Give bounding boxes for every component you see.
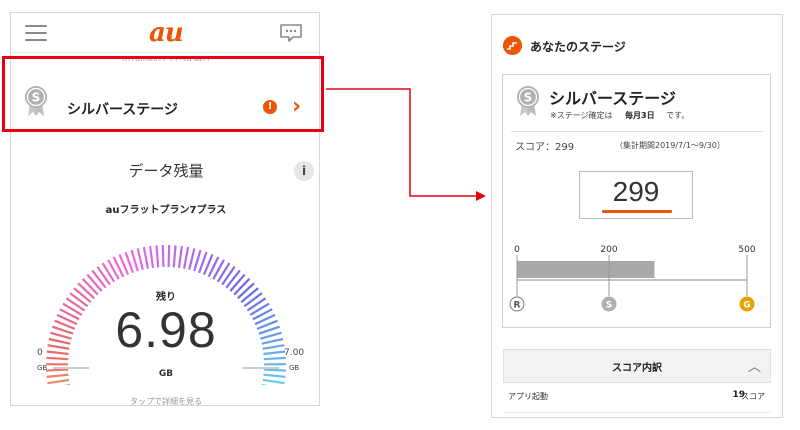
- score-value: 299: [612, 176, 660, 207]
- score-line: スコア：299: [515, 142, 575, 153]
- stage-marker-letter: S: [606, 301, 612, 311]
- score-tick-label: 500: [738, 245, 755, 255]
- score-progress-bar: 0 200 500 R S G: [509, 245, 756, 312]
- chevron-up-icon: ︿: [747, 360, 761, 375]
- score-tick-label: 200: [600, 245, 617, 255]
- stage-card: S シルバーステージ ※ステージ確定は 毎月3日 です。 スコア：299 （集計…: [502, 74, 771, 328]
- stage-marker-letter: G: [743, 301, 750, 311]
- stage-note-date: 毎月3日: [625, 111, 655, 120]
- stage-name: シルバーステージ: [549, 89, 676, 108]
- score-period: （集計期間2019/7/1～9/30）: [615, 141, 725, 150]
- stage-note: ※ステージ確定は: [550, 111, 613, 120]
- svg-text:S: S: [524, 91, 533, 105]
- score-bar-fill: [517, 261, 655, 278]
- score-breakdown-title: スコア内訳: [612, 363, 662, 374]
- score-breakdown-header[interactable]: スコア内訳 ︿: [503, 349, 771, 383]
- right-phone-screen: あなたのステージ S シルバーステージ ※ステージ確定は 毎月3日 です。 スコ…: [491, 14, 783, 418]
- stage-marker-letter: R: [514, 301, 521, 311]
- list-item: アプリ起動 19 スコア: [503, 383, 771, 413]
- breakdown-row-unit: スコア: [741, 392, 765, 401]
- stage-note-suffix: です。: [666, 111, 690, 120]
- stage-icon: [503, 36, 522, 55]
- score-box: 299: [579, 171, 693, 219]
- divider: [511, 131, 763, 132]
- score-underline: [602, 210, 672, 213]
- silver-medal-icon: S: [517, 86, 539, 116]
- score-tick-label: 0: [514, 245, 520, 255]
- stage-header-title: あなたのステージ: [530, 40, 626, 54]
- breakdown-row-label: アプリ起動: [508, 392, 548, 401]
